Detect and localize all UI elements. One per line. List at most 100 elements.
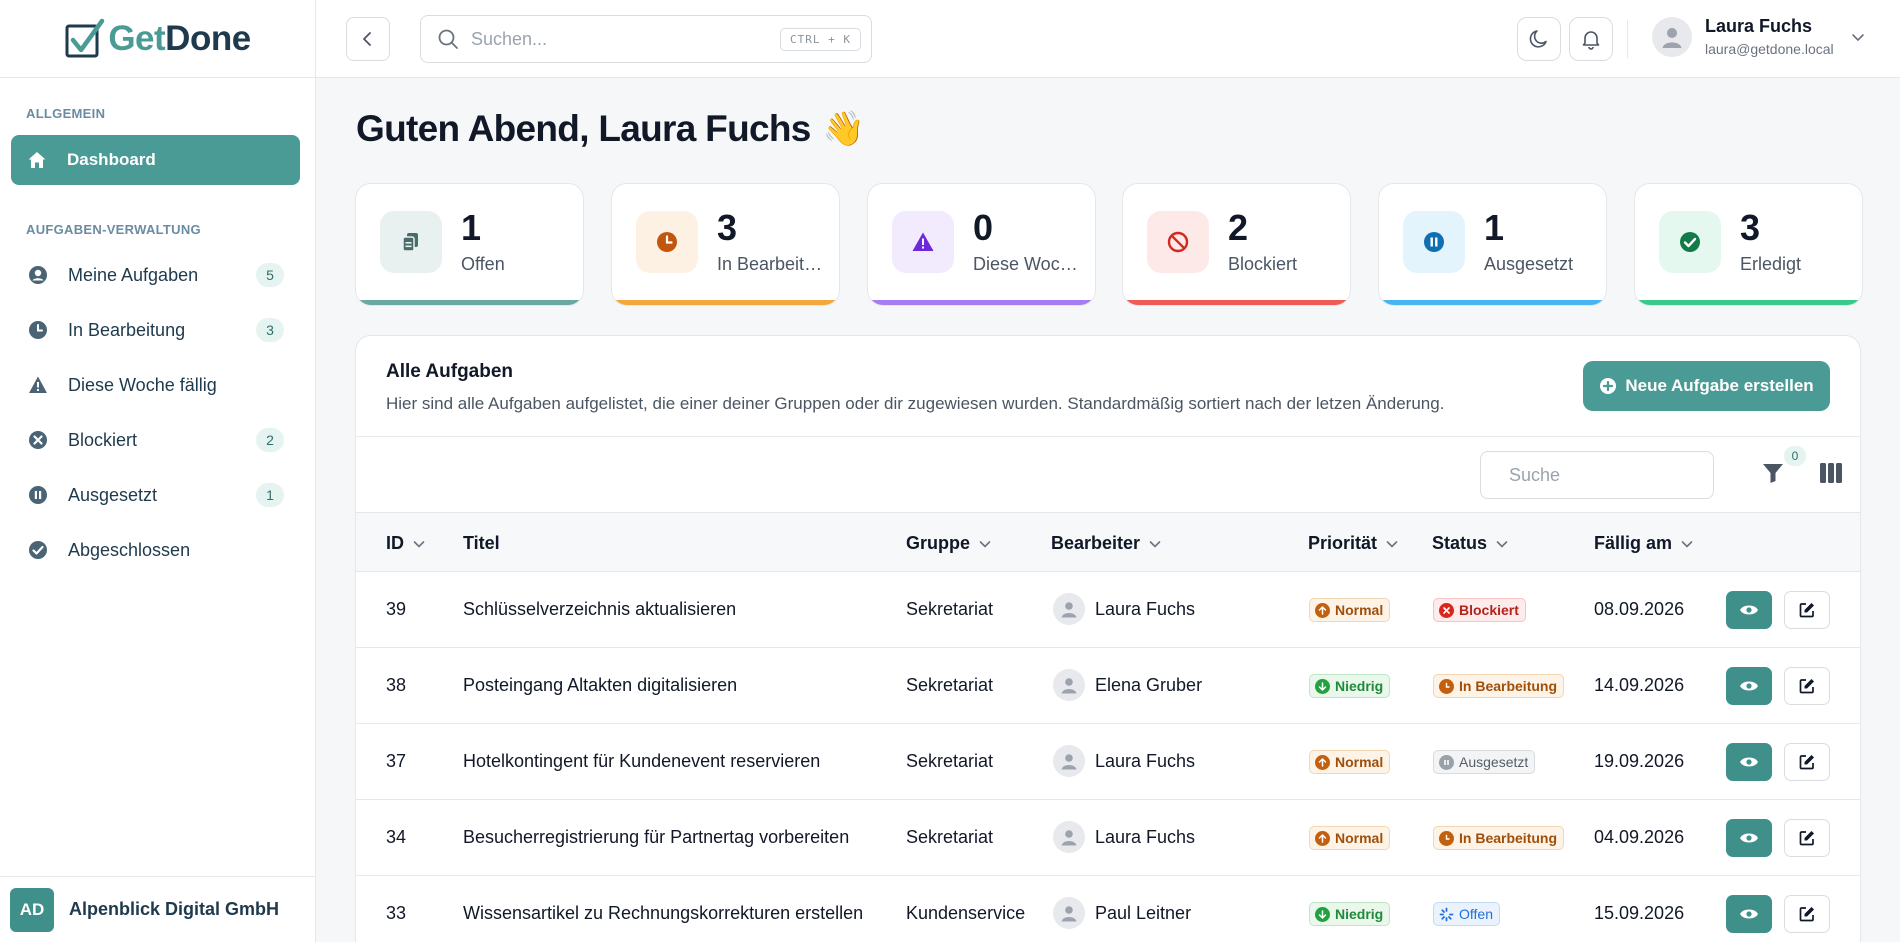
- clock-icon: [27, 319, 49, 341]
- edit-task-button[interactable]: [1784, 667, 1830, 705]
- stat-card-done[interactable]: 3 Erledigt: [1634, 183, 1863, 306]
- view-task-button[interactable]: [1726, 591, 1772, 629]
- chevron-down-icon: [1149, 540, 1161, 548]
- filter-count-badge: 0: [1784, 446, 1806, 466]
- app-logo[interactable]: GetDone: [0, 0, 315, 78]
- eye-icon: [1740, 757, 1758, 767]
- table-row[interactable]: 38 Posteingang Altakten digitalisieren S…: [356, 648, 1860, 724]
- stat-label: Offen: [461, 254, 505, 274]
- org-avatar: AD: [10, 887, 54, 932]
- sidebar-item-completed[interactable]: Abgeschlossen: [11, 527, 300, 573]
- new-task-button[interactable]: Neue Aufgabe erstellen: [1583, 361, 1830, 411]
- view-task-button[interactable]: [1726, 667, 1772, 705]
- table-row[interactable]: 37 Hotelkontingent für Kundenevent reser…: [356, 724, 1860, 800]
- edit-icon: [1799, 603, 1814, 618]
- column-header-status[interactable]: Status: [1432, 533, 1509, 554]
- stat-label: In Bearbeitung: [717, 254, 829, 274]
- tasks-description: Hier sind alle Aufgaben aufgelistet, die…: [386, 394, 1445, 413]
- logo-text: GetDone: [108, 18, 251, 58]
- view-task-button[interactable]: [1726, 819, 1772, 857]
- stat-accent-bar: [1123, 300, 1350, 305]
- user-icon: [1061, 830, 1077, 846]
- table-row[interactable]: 39 Schlüsselverzeichnis aktualisieren Se…: [356, 572, 1860, 648]
- edit-task-button[interactable]: [1784, 819, 1830, 857]
- edit-icon: [1799, 679, 1814, 694]
- divider: [1627, 20, 1628, 58]
- table-header: ID Titel Gruppe Bearbeiter Priorität Sta…: [356, 512, 1860, 572]
- stat-card-blocked[interactable]: 2 Blockiert: [1122, 183, 1351, 306]
- table-row[interactable]: 34 Besucherregistrierung für Partnertag …: [356, 800, 1860, 876]
- sidebar-item-blocked[interactable]: Blockiert 2: [11, 417, 300, 463]
- stat-value: 3: [1740, 207, 1761, 248]
- stat-label: Diese Woche fällig: [973, 254, 1085, 274]
- status-badge: In Bearbeitung: [1433, 674, 1565, 698]
- avatar: [1652, 16, 1692, 57]
- stat-label: Erledigt: [1740, 254, 1802, 274]
- priority-badge: Normal: [1309, 598, 1391, 622]
- cell-title: Schlüsselverzeichnis aktualisieren: [463, 599, 737, 619]
- sidebar-item-in-progress[interactable]: In Bearbeitung 3: [11, 307, 300, 353]
- status-badge: Ausgesetzt: [1433, 750, 1536, 774]
- view-task-button[interactable]: [1726, 895, 1772, 933]
- cell-group: Sekretariat: [906, 751, 994, 771]
- sidebar-item-my-tasks[interactable]: Meine Aufgaben 5: [11, 252, 300, 298]
- edit-task-button[interactable]: [1784, 743, 1830, 781]
- theme-toggle-button[interactable]: [1517, 17, 1561, 61]
- global-search[interactable]: CTRL + K: [420, 15, 872, 63]
- stat-card-open[interactable]: 1 Offen: [355, 183, 584, 306]
- pause-circle-icon: [1439, 754, 1454, 770]
- column-header-group[interactable]: Gruppe: [906, 533, 992, 554]
- stat-accent-bar: [612, 300, 839, 305]
- view-task-button[interactable]: [1726, 743, 1772, 781]
- sidebar-item-due-this-week[interactable]: Diese Woche fällig: [11, 362, 300, 408]
- sidebar-item-paused[interactable]: Ausgesetzt 1: [11, 472, 300, 518]
- cell-id: 39: [386, 599, 407, 619]
- chevron-down-icon: [413, 540, 425, 548]
- stat-value: 0: [973, 207, 994, 248]
- stat-icon-bg: [380, 211, 442, 273]
- arrow-down-icon: [1315, 906, 1330, 922]
- cell-assignee: Elena Gruber: [1053, 669, 1202, 701]
- shortcut-hint: CTRL + K: [780, 27, 861, 51]
- global-search-input[interactable]: [471, 28, 781, 50]
- avatar: [1053, 897, 1085, 929]
- column-header-assignee[interactable]: Bearbeiter: [1051, 533, 1162, 554]
- columns-button[interactable]: [1818, 460, 1844, 486]
- user-email: laura@getdone.local: [1705, 41, 1834, 57]
- eye-icon: [1740, 833, 1758, 843]
- organization-switcher[interactable]: AD Alpenblick Digital GmbH: [0, 876, 316, 942]
- status-badge: In Bearbeitung: [1433, 826, 1565, 850]
- chevron-down-icon: [1681, 540, 1693, 548]
- cell-assignee: Laura Fuchs: [1053, 593, 1195, 625]
- notifications-button[interactable]: [1569, 17, 1613, 61]
- user-icon: [1061, 906, 1077, 922]
- column-header-id[interactable]: ID: [386, 533, 426, 554]
- new-task-label: Neue Aufgabe erstellen: [1625, 376, 1814, 395]
- stat-card-due-this-week[interactable]: 0 Diese Woche fällig: [867, 183, 1096, 306]
- column-header-priority[interactable]: Priorität: [1308, 533, 1399, 554]
- edit-task-button[interactable]: [1784, 895, 1830, 933]
- column-header-due-date[interactable]: Fällig am: [1594, 533, 1694, 554]
- sidebar-item-dashboard[interactable]: Dashboard: [11, 135, 300, 185]
- stat-card-in-progress[interactable]: 3 In Bearbeitung: [611, 183, 840, 306]
- table-search-input[interactable]: [1509, 464, 1741, 486]
- user-circle-icon: [27, 264, 49, 286]
- table-row[interactable]: 33 Wissensartikel zu Rechnungskorrekture…: [356, 876, 1860, 942]
- user-icon: [1662, 27, 1682, 48]
- check-circle-icon: [27, 539, 49, 561]
- waving-hand-emoji: 👋: [822, 110, 865, 148]
- user-icon: [1061, 678, 1077, 694]
- collapse-sidebar-button[interactable]: [346, 17, 390, 61]
- loader-icon: [1439, 907, 1454, 921]
- stat-accent-bar: [868, 300, 1095, 305]
- table-search[interactable]: [1480, 451, 1741, 499]
- moon-icon: [1529, 30, 1547, 48]
- user-menu[interactable]: Laura Fuchs laura@getdone.local: [1652, 16, 1866, 57]
- section-label-tasks: AUFGABEN-VERWALTUNG: [26, 222, 201, 237]
- filter-button[interactable]: [1758, 458, 1788, 488]
- stat-card-paused[interactable]: 1 Ausgesetzt: [1378, 183, 1607, 306]
- edit-task-button[interactable]: [1784, 591, 1830, 629]
- sidebar-item-label: Meine Aufgaben: [68, 264, 199, 285]
- column-header-title: Titel: [463, 533, 500, 553]
- clock-icon: [657, 232, 677, 252]
